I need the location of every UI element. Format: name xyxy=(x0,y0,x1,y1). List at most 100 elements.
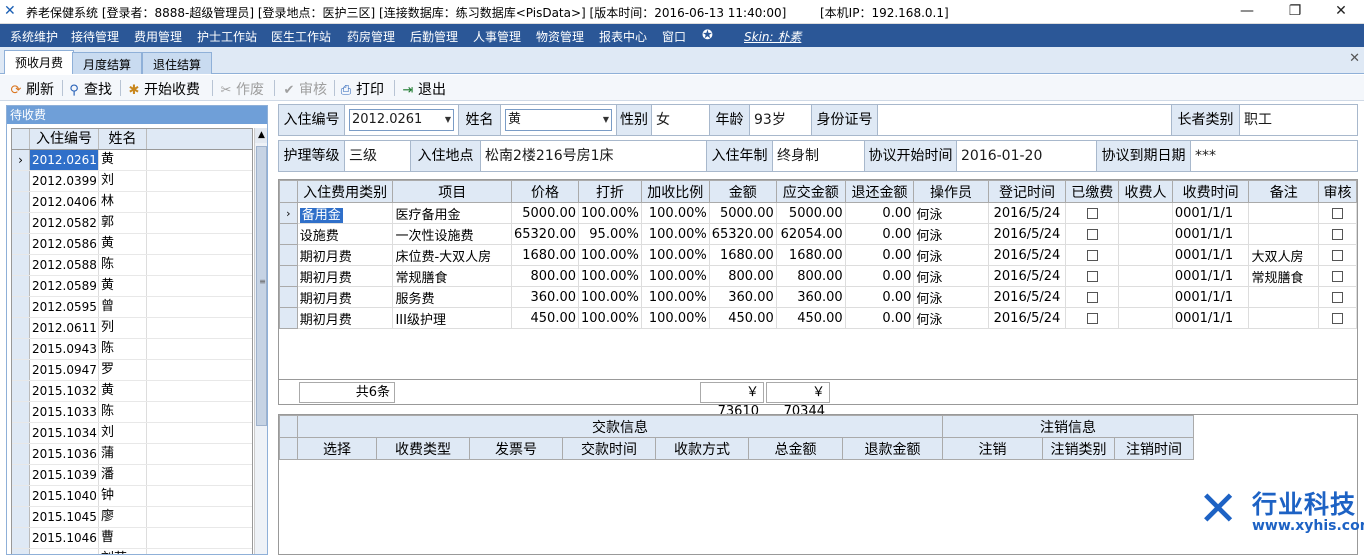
admit-no-cell[interactable]: 2012.0399 xyxy=(30,171,99,191)
operator-cell[interactable]: 何泳 xyxy=(913,286,989,308)
name-cell[interactable]: 黄 xyxy=(99,276,147,296)
collector-cell[interactable] xyxy=(1118,265,1173,287)
note-cell[interactable]: 常规膳食 xyxy=(1248,265,1320,287)
col-audit[interactable]: 审核 xyxy=(1318,180,1357,203)
price-cell[interactable]: 65320.00 xyxy=(510,223,580,245)
chevron-down-icon[interactable]: ▼ xyxy=(603,110,609,130)
amount-cell[interactable]: 800.00 xyxy=(708,265,777,287)
admit-no-cell[interactable]: 2012.0611 xyxy=(30,318,99,338)
paid-checkbox[interactable] xyxy=(1065,286,1120,308)
col-charge-type[interactable]: 收费类型 xyxy=(376,437,470,460)
col-refund[interactable]: 退还金额 xyxy=(844,180,915,203)
admit-no-cell[interactable]: 2015.1039 xyxy=(30,465,99,485)
col-due[interactable]: 应交金额 xyxy=(775,180,846,203)
col-price[interactable]: 价格 xyxy=(510,180,580,203)
list-item[interactable]: 2012.0588 陈 xyxy=(12,255,252,276)
plugin-icon[interactable]: ✪ xyxy=(702,28,713,43)
list-item[interactable]: › 2012.0261 黄 xyxy=(12,150,252,171)
note-cell[interactable] xyxy=(1248,307,1320,329)
fee-category-cell[interactable]: 期初月费 xyxy=(296,286,394,308)
chevron-down-icon[interactable]: ▼ xyxy=(445,110,451,130)
table-row[interactable]: 期初月费 床位费-大双人房 1680.00 100.00% 100.00% 1680.00… xyxy=(279,244,1357,266)
operator-cell[interactable]: 何泳 xyxy=(913,223,989,245)
refund-cell[interactable]: 0.00 xyxy=(844,223,915,245)
collector-cell[interactable] xyxy=(1118,202,1173,224)
audit-checkbox[interactable] xyxy=(1318,244,1357,266)
amount-cell[interactable]: 360.00 xyxy=(708,286,777,308)
list-item[interactable]: 2015.1036 蒲 xyxy=(12,444,252,465)
audit-button[interactable]: ✔ 审核 xyxy=(281,79,327,99)
name-cell[interactable]: 钟 xyxy=(99,486,147,506)
col-cancel[interactable]: 注销 xyxy=(942,437,1043,460)
price-cell[interactable]: 5000.00 xyxy=(510,202,580,224)
discount-cell[interactable]: 100.00% xyxy=(578,244,642,266)
due-cell[interactable]: 5000.00 xyxy=(775,202,846,224)
pay-time-cell[interactable]: 0001/1/1 xyxy=(1171,202,1250,224)
pay-time-cell[interactable]: 0001/1/1 xyxy=(1171,286,1250,308)
checkbox-icon[interactable] xyxy=(1086,291,1098,303)
checkbox-icon[interactable] xyxy=(1086,228,1098,240)
tab-checkout-settlement[interactable]: 退住结算 xyxy=(142,52,213,74)
name-cell[interactable]: 陈 xyxy=(99,339,147,359)
item-cell[interactable]: 常规膳食 xyxy=(392,265,512,287)
admit-no-cell[interactable]: 2015.1033 xyxy=(30,402,99,422)
col-register-time[interactable]: 登记时间 xyxy=(987,180,1067,203)
list-item[interactable]: 2015.1032 黄 xyxy=(12,381,252,402)
menu-doctor[interactable]: 医生工作站 xyxy=(271,28,331,45)
operator-cell[interactable]: 何泳 xyxy=(913,202,989,224)
admit-no-cell[interactable]: 2015.1040 xyxy=(30,486,99,506)
col-item[interactable]: 项目 xyxy=(392,180,512,203)
note-cell[interactable] xyxy=(1248,202,1320,224)
refund-cell[interactable]: 0.00 xyxy=(844,244,915,266)
admit-no-cell[interactable]: 2012.0589 xyxy=(30,276,99,296)
name-cell[interactable]: 刘 xyxy=(99,423,147,443)
name-cell[interactable]: 林 xyxy=(99,192,147,212)
col-name[interactable]: 姓名 xyxy=(99,129,147,149)
scroll-thumb[interactable]: ≡ xyxy=(256,146,267,426)
paid-checkbox[interactable] xyxy=(1065,202,1120,224)
menu-material[interactable]: 物资管理 xyxy=(536,28,584,45)
item-cell[interactable]: 床位费-大双人房 xyxy=(392,244,512,266)
menu-reception[interactable]: 接待管理 xyxy=(71,28,119,45)
operator-cell[interactable]: 何泳 xyxy=(913,265,989,287)
note-cell[interactable] xyxy=(1248,223,1320,245)
col-collector[interactable]: 收费人 xyxy=(1118,180,1173,203)
name-cell[interactable]: 陈 xyxy=(99,255,147,275)
audit-checkbox[interactable] xyxy=(1318,286,1357,308)
due-cell[interactable]: 450.00 xyxy=(775,307,846,329)
add-ratio-cell[interactable]: 100.00% xyxy=(640,307,710,329)
menu-report[interactable]: 报表中心 xyxy=(599,28,647,45)
list-item[interactable]: 2012.0595 曾 xyxy=(12,297,252,318)
price-cell[interactable]: 450.00 xyxy=(510,307,580,329)
fee-category-cell[interactable]: 期初月费 xyxy=(296,307,394,329)
add-ratio-cell[interactable]: 100.00% xyxy=(640,202,710,224)
col-pay-method[interactable]: 收款方式 xyxy=(655,437,749,460)
checkbox-icon[interactable] xyxy=(1086,270,1098,282)
name-cell[interactable]: 潘 xyxy=(99,465,147,485)
name-cell[interactable]: 黄 xyxy=(99,234,147,254)
admit-no-cell[interactable]: 2015.1036 xyxy=(30,444,99,464)
list-item[interactable]: 2012.0611 列 xyxy=(12,318,252,339)
tab-monthly-settlement[interactable]: 月度结算 xyxy=(72,52,143,74)
item-cell[interactable]: III级护理 xyxy=(392,307,512,329)
name-cell[interactable]: 罗 xyxy=(99,360,147,380)
list-item[interactable]: 2012.0406 林 xyxy=(12,192,252,213)
admit-no-cell[interactable]: 2015.1034 xyxy=(30,423,99,443)
menu-fee[interactable]: 费用管理 xyxy=(134,28,182,45)
col-discount[interactable]: 打折 xyxy=(578,180,642,203)
name-cell[interactable]: 陈 xyxy=(99,402,147,422)
name-cell[interactable]: 蒲 xyxy=(99,444,147,464)
checkbox-icon[interactable] xyxy=(1332,312,1344,324)
amount-cell[interactable]: 65320.00 xyxy=(708,223,777,245)
item-cell[interactable]: 医疗备用金 xyxy=(392,202,512,224)
name-cell[interactable]: 曾 xyxy=(99,297,147,317)
admit-no-cell[interactable]: 2012.0588 xyxy=(30,255,99,275)
collector-cell[interactable] xyxy=(1118,307,1173,329)
fee-category-cell[interactable]: 设施费 xyxy=(296,223,394,245)
discount-cell[interactable]: 100.00% xyxy=(578,286,642,308)
table-row[interactable]: 设施费 一次性设施费 65320.00 95.00% 100.00% 65320.00 62… xyxy=(279,223,1357,245)
amount-cell[interactable]: 450.00 xyxy=(708,307,777,329)
name-cell[interactable]: 黄 xyxy=(99,381,147,401)
list-item[interactable]: 2015.1040 钟 xyxy=(12,486,252,507)
collector-cell[interactable] xyxy=(1118,286,1173,308)
